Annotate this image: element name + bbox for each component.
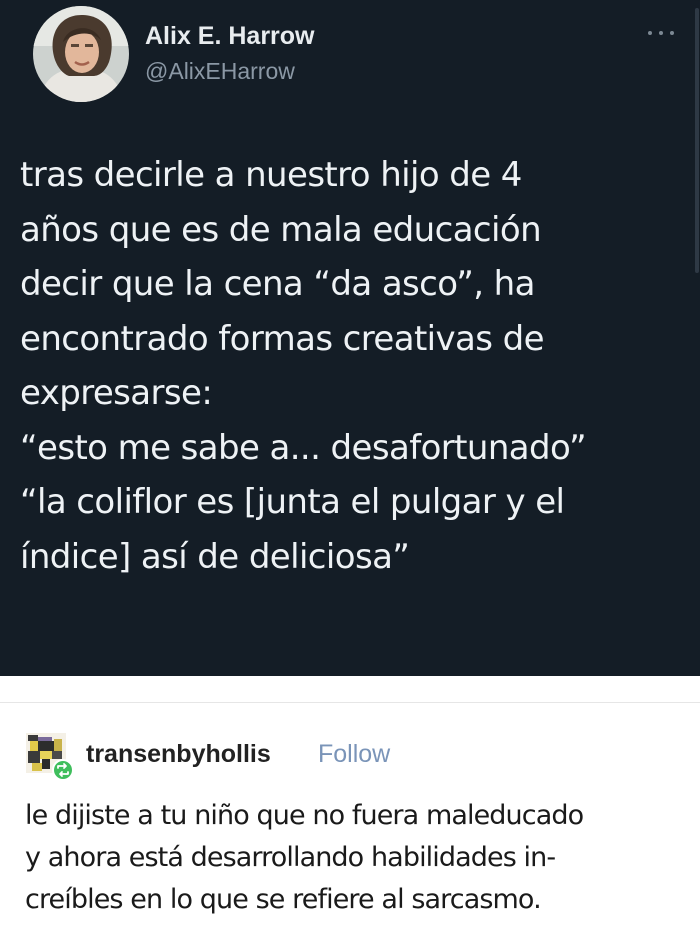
scrollbar[interactable]: [694, 0, 700, 676]
tweet-text-line: encontrado formas creativas de: [20, 318, 545, 359]
tweet-text: tras decirle a nuestro hijo de 4 años qu…: [20, 148, 692, 584]
author-avatar[interactable]: [33, 6, 129, 102]
reply-text-line: le dijiste a tu niño que no fuera maledu…: [25, 800, 584, 831]
reblog-icon: [52, 759, 74, 781]
tweet-card: Alix E. Harrow @AlixEHarrow tras decirle…: [0, 0, 700, 676]
reply-text: le dijiste a tu niño que no fuera maledu…: [25, 795, 695, 921]
tweet-text-line: tras decirle a nuestro hijo de 4: [20, 155, 522, 195]
divider: [0, 702, 700, 703]
reply-avatar[interactable]: [26, 733, 74, 781]
ellipsis-icon[interactable]: [648, 26, 674, 40]
pixel-art-avatar-icon: [26, 733, 74, 781]
tweet-text-line: expresarse:: [20, 373, 213, 413]
dot: [659, 31, 663, 35]
reply-text-line: creíbles en lo que se refiere al sarcasm…: [25, 884, 542, 915]
dot: [670, 31, 674, 35]
author-handle[interactable]: @AlixEHarrow: [145, 56, 295, 86]
tweet-text-line: “esto me sabe a... desafortunado”: [20, 427, 587, 468]
tweet-text-line: años que es de mala educación: [20, 209, 542, 250]
screenshot-page: Alix E. Harrow @AlixEHarrow tras decirle…: [0, 0, 700, 946]
tweet-text-line: “la coliflor es [junta el pulgar y el: [20, 482, 565, 522]
tweet-text-line: índice] así de deliciosa”: [20, 536, 410, 577]
author-photo: [33, 6, 129, 102]
tweet-text-line: decir que la cena “da asco”, ha: [20, 264, 535, 304]
reply-text-line: y ahora está desarrollando habilidades i…: [25, 842, 556, 873]
author-display-name[interactable]: Alix E. Harrow: [145, 20, 315, 52]
dot: [648, 31, 652, 35]
follow-button[interactable]: Follow: [318, 738, 390, 770]
reply-username[interactable]: transenbyhollis: [86, 738, 271, 770]
scrollbar-thumb[interactable]: [695, 8, 699, 273]
